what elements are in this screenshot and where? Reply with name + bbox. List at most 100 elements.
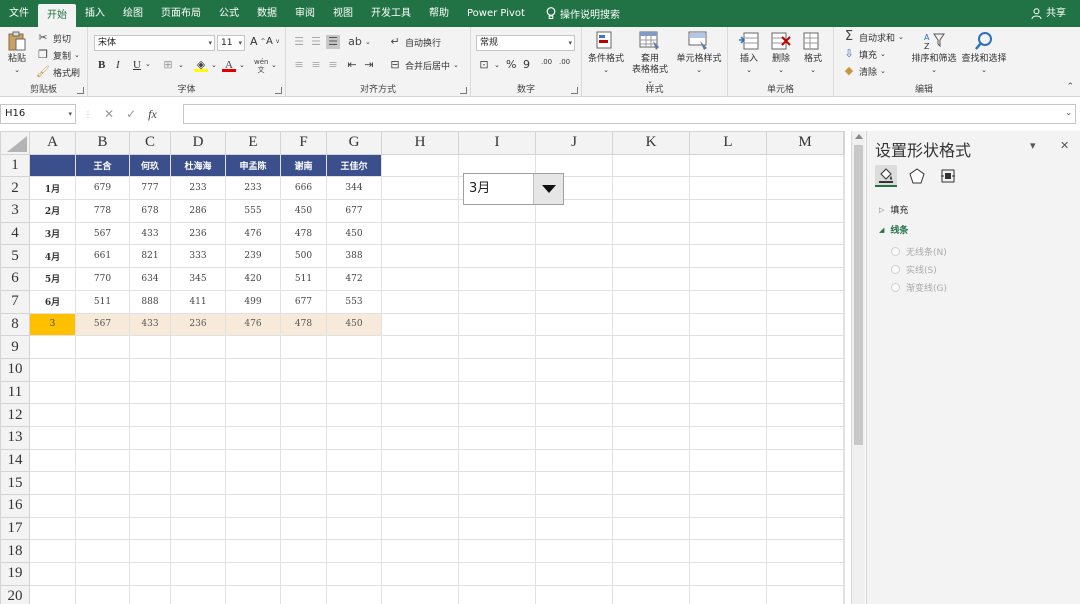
cell[interactable] [280, 539, 327, 564]
cell[interactable] [170, 539, 226, 564]
cell[interactable] [381, 425, 459, 450]
autosum-button[interactable]: Σ 自动求和 ⌄ [842, 30, 904, 44]
clear-button[interactable]: ◆ 清除 ⌄ [842, 64, 886, 78]
cell[interactable] [381, 153, 459, 178]
row-header[interactable]: 10 [0, 357, 30, 382]
cell[interactable] [129, 425, 171, 450]
cell[interactable]: 567 [75, 221, 130, 246]
cell[interactable] [75, 516, 130, 541]
cell[interactable]: 476 [225, 312, 281, 337]
cell[interactable] [535, 380, 613, 405]
cell[interactable]: 411 [170, 289, 226, 314]
column-header[interactable]: A [29, 131, 76, 155]
cell[interactable]: 3月 [29, 221, 76, 246]
dropdown-button[interactable] [533, 174, 563, 204]
cell[interactable] [170, 425, 226, 450]
row-header[interactable]: 17 [0, 516, 30, 541]
cell[interactable] [326, 357, 382, 382]
size-properties-tab[interactable] [937, 165, 959, 187]
cell[interactable] [29, 471, 76, 495]
cell[interactable] [75, 425, 130, 450]
cell[interactable] [766, 357, 844, 382]
conditional-format-button[interactable]: 条件格式 ⌄ [586, 30, 626, 76]
cell[interactable] [170, 516, 226, 541]
cell[interactable] [280, 562, 327, 586]
cell[interactable]: 申孟陈 [225, 153, 281, 178]
cell[interactable] [129, 562, 171, 586]
column-header[interactable]: C [129, 131, 171, 155]
cell[interactable] [612, 562, 690, 586]
cell[interactable] [326, 403, 382, 427]
cell[interactable] [75, 380, 130, 405]
cell[interactable] [170, 403, 226, 427]
cell[interactable] [535, 244, 613, 269]
grow-font-button[interactable]: A ^ [250, 35, 266, 48]
cell[interactable] [75, 494, 130, 518]
cell[interactable] [129, 584, 171, 604]
cell[interactable]: 286 [170, 199, 226, 223]
cell[interactable] [225, 380, 281, 405]
cell[interactable] [612, 289, 690, 314]
select-all-corner[interactable] [0, 131, 30, 155]
cell[interactable] [170, 471, 226, 495]
cell[interactable] [689, 221, 767, 246]
tab-item[interactable]: 数据 [248, 0, 286, 27]
format-as-table-button[interactable]: 套用 表格格式 ⌄ [628, 30, 672, 87]
cell[interactable]: 何玖 [129, 153, 171, 178]
cell[interactable] [129, 335, 171, 359]
cell[interactable]: 679 [75, 176, 130, 201]
cell[interactable]: 谢南 [280, 153, 327, 178]
cell[interactable] [129, 357, 171, 382]
row-header[interactable]: 11 [0, 380, 30, 405]
tab-item[interactable]: 视图 [324, 0, 362, 27]
cell[interactable] [29, 584, 76, 604]
format-painter-button[interactable]: 🖌 格式刷 [36, 65, 80, 79]
effects-tab[interactable] [906, 165, 928, 187]
cell[interactable] [381, 584, 459, 604]
cell[interactable]: 478 [280, 312, 327, 337]
tab-item[interactable]: 页面布局 [152, 0, 210, 27]
tab-item[interactable]: 文件 [0, 0, 38, 27]
cell[interactable] [689, 471, 767, 495]
cell[interactable]: 420 [225, 267, 281, 291]
cell[interactable] [458, 403, 536, 427]
align-bottom-button[interactable]: ☰ [326, 35, 340, 49]
cell[interactable] [843, 153, 845, 178]
pane-options-icon[interactable]: ▾ [1030, 139, 1036, 152]
cell[interactable]: 678 [129, 199, 171, 223]
cell[interactable] [381, 471, 459, 495]
month-dropdown[interactable]: 3月 [463, 173, 564, 205]
accounting-button[interactable]: ⊡ ⌄ [477, 58, 499, 72]
cell[interactable] [766, 267, 844, 291]
cell[interactable] [129, 471, 171, 495]
cell[interactable] [689, 380, 767, 405]
cell[interactable]: 4月 [29, 244, 76, 269]
cell[interactable] [280, 471, 327, 495]
cell[interactable]: 511 [280, 267, 327, 291]
cell[interactable] [766, 289, 844, 314]
solid-line-option[interactable]: 实线(S) [891, 263, 937, 276]
tab-item[interactable]: 帮助 [420, 0, 458, 27]
cell[interactable] [766, 312, 844, 337]
percent-button[interactable]: % [506, 58, 516, 71]
cell[interactable] [535, 471, 613, 495]
cell[interactable]: 239 [225, 244, 281, 269]
borders-button[interactable]: ⊞ ⌄ [161, 58, 183, 72]
cell[interactable]: 555 [225, 199, 281, 223]
cell[interactable] [29, 516, 76, 541]
cell[interactable] [612, 312, 690, 337]
cell[interactable] [458, 267, 536, 291]
cell[interactable] [535, 562, 613, 586]
cell[interactable] [766, 539, 844, 564]
name-box[interactable]: H16 ▾ [0, 104, 76, 124]
align-middle-button[interactable]: ☰ [309, 35, 323, 49]
cell[interactable]: 472 [326, 267, 382, 291]
cell[interactable] [458, 448, 536, 473]
cell[interactable] [381, 403, 459, 427]
align-center-button[interactable]: ≡ [309, 58, 323, 72]
cell[interactable]: 634 [129, 267, 171, 291]
cell[interactable] [225, 471, 281, 495]
cell[interactable] [225, 448, 281, 473]
cell[interactable] [535, 494, 613, 518]
cell[interactable]: 333 [170, 244, 226, 269]
